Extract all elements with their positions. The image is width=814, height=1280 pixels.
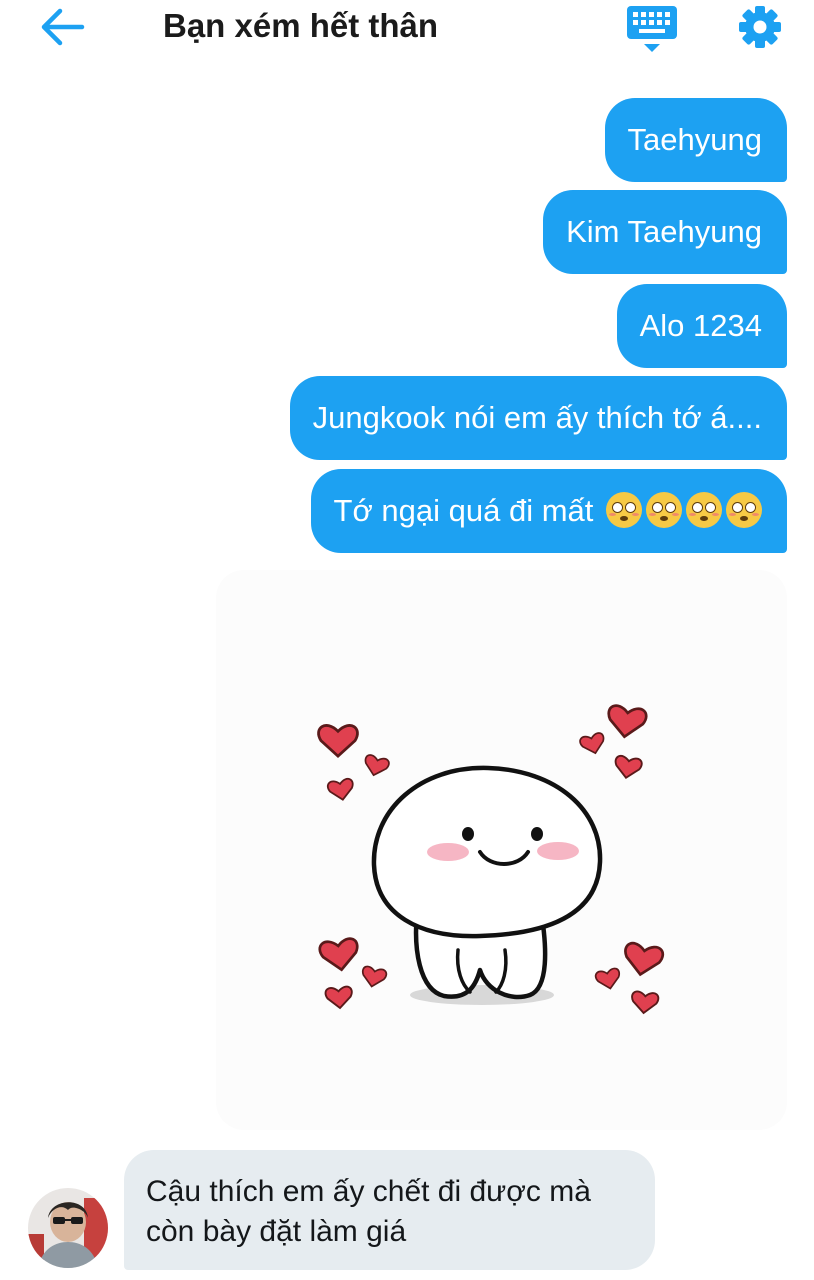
message-text-line: Cậu thích em ấy chết đi được mà xyxy=(146,1175,591,1208)
arrow-left-icon xyxy=(41,8,85,46)
gear-icon xyxy=(739,6,781,48)
outgoing-message-bubble[interactable]: Kim Taehyung xyxy=(543,190,787,274)
conversation-title: Bạn xém hết thân xyxy=(163,7,439,44)
keyboard-button[interactable] xyxy=(624,2,680,54)
user-avatar[interactable] xyxy=(28,1188,108,1268)
sticker-message[interactable] xyxy=(216,570,787,1130)
flushed-face-emoji-group xyxy=(602,491,762,528)
flushed-face-emoji xyxy=(686,491,722,528)
outgoing-message-bubble[interactable]: Alo 1234 xyxy=(616,284,787,368)
incoming-message-bubble[interactable]: Cậu thích em ấy chết đi được mà còn bày … xyxy=(124,1150,655,1270)
outgoing-message-bubble[interactable]: Jungkook nói em ấy thích tớ á.... xyxy=(289,376,787,460)
blushing-character-with-hearts-sticker xyxy=(317,703,666,1016)
settings-button[interactable] xyxy=(733,2,787,52)
keyboard-icon xyxy=(627,6,677,52)
message-text: Tớ ngại quá đi mất xyxy=(333,493,594,528)
outgoing-message-bubble[interactable]: Taehyung xyxy=(604,98,787,182)
flushed-face-emoji xyxy=(726,491,762,528)
flushed-face-emoji xyxy=(606,491,642,528)
message-text-line: còn bày đặt làm giá xyxy=(146,1215,407,1248)
message-text: Alo 1234 xyxy=(639,308,762,343)
message-text: Kim Taehyung xyxy=(566,214,762,249)
flushed-face-emoji xyxy=(646,491,682,528)
outgoing-message-bubble[interactable]: Tớ ngại quá đi mất xyxy=(310,469,787,553)
message-text: Jungkook nói em ấy thích tớ á.... xyxy=(312,400,762,435)
message-text: Taehyung xyxy=(627,122,762,157)
chat-header: Bạn xém hết thân xyxy=(0,0,814,60)
back-button[interactable] xyxy=(36,4,92,50)
avatar-photo xyxy=(28,1188,108,1268)
